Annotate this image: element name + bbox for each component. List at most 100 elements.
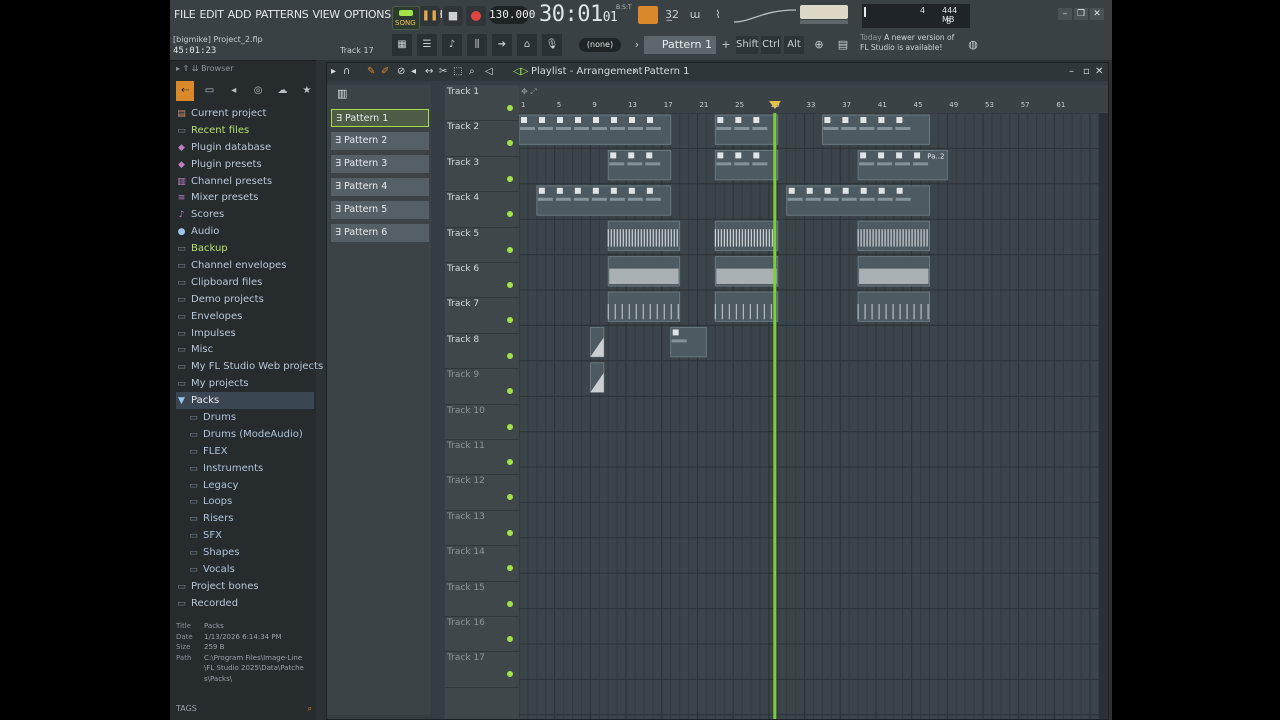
- track-header[interactable]: Track 4: [445, 191, 519, 228]
- track-header[interactable]: Track 15: [445, 581, 519, 617]
- track-mute-led[interactable]: [507, 317, 513, 324]
- menu-options[interactable]: OPTIONS: [344, 8, 391, 21]
- vertical-scrollbar[interactable]: [1099, 113, 1108, 719]
- playlist-window-icon[interactable]: ▦: [392, 34, 412, 56]
- menu-add[interactable]: ADD: [228, 8, 252, 21]
- playlist-minimize-icon[interactable]: –: [1069, 63, 1074, 81]
- zoom-tool-icon[interactable]: ⌕: [469, 63, 475, 81]
- metronome-icon[interactable]: ⌇: [709, 6, 727, 24]
- track-mute-led[interactable]: [507, 282, 513, 288]
- stop-button[interactable]: ■: [443, 6, 463, 26]
- pattern-item[interactable]: ∃ Pattern 5: [331, 201, 429, 219]
- close-icon[interactable]: ✕: [1090, 8, 1104, 20]
- track-mute-led[interactable]: [507, 246, 513, 253]
- pattern-item[interactable]: ∃ Pattern 6: [331, 224, 429, 242]
- playhead-marker[interactable]: [769, 101, 782, 109]
- playlist-close-icon[interactable]: ✕: [1095, 63, 1103, 81]
- arrangement-grid[interactable]: Pa..2: [519, 113, 1099, 719]
- record-button[interactable]: [466, 6, 486, 26]
- track-header[interactable]: Track 9: [445, 368, 519, 405]
- cloud-icon[interactable]: ☁: [273, 81, 291, 101]
- track-mute-led[interactable]: [507, 140, 513, 147]
- playback-tool-icon[interactable]: ◁: [485, 63, 493, 81]
- current-project-icon[interactable]: ▭: [200, 81, 218, 101]
- browser-item-mixer-presets[interactable]: ≡ Mixer presets: [176, 189, 314, 206]
- timeline-ruler[interactable]: ✥ ⤢ 1 5 9 13 17 21 25 29 33 37 41 45 49 53 57 61: [519, 85, 1108, 113]
- ctrl-key-button[interactable]: Ctrl: [761, 36, 781, 54]
- track-mute-led[interactable]: [507, 388, 513, 395]
- piano-roll-icon[interactable]: ♪: [442, 34, 462, 56]
- play-pause-button[interactable]: ❚❚: [420, 6, 440, 26]
- menu-view[interactable]: VIEW: [312, 8, 340, 21]
- browser-item-recorded[interactable]: ▭ Recorded: [176, 595, 314, 612]
- browser-item-channel-envelopes[interactable]: ▭ Channel envelopes: [176, 257, 314, 274]
- menu-file[interactable]: FILE: [174, 8, 196, 21]
- track-header[interactable]: Track 8: [445, 333, 519, 370]
- browser-item-recent-files[interactable]: ▭ Recent files: [176, 122, 314, 139]
- shop-icon[interactable]: ▤: [834, 36, 852, 54]
- track-mute-led[interactable]: [507, 671, 513, 678]
- browser-item-shapes[interactable]: ▭ Shapes: [176, 544, 314, 561]
- track-header[interactable]: Track 12: [445, 474, 519, 511]
- track-header[interactable]: Track 14: [445, 545, 519, 582]
- pattern-item[interactable]: ∃ Pattern 3: [331, 155, 429, 173]
- mute-tool-icon[interactable]: ◂: [411, 63, 416, 81]
- minimize-icon[interactable]: –: [1058, 8, 1072, 20]
- track-header[interactable]: Track 10: [445, 404, 519, 440]
- shift-key-button[interactable]: Shift: [736, 36, 759, 54]
- browser-item-sfx[interactable]: ▭ SFX: [176, 527, 314, 544]
- browser-item-audio[interactable]: ● Audio: [176, 223, 314, 240]
- browser-item-risers[interactable]: ▭ Risers: [176, 510, 314, 527]
- slip-tool-icon[interactable]: ↔: [425, 63, 433, 81]
- plugin-picker-icon[interactable]: ➔: [492, 34, 512, 56]
- all-files-icon[interactable]: ⇠: [176, 81, 195, 101]
- arrangement-selector[interactable]: (none): [579, 38, 621, 52]
- library-icon[interactable]: ◎: [249, 81, 267, 101]
- step-edit-icon[interactable]: 3̲2: [663, 6, 681, 24]
- browser-item-impulses[interactable]: ▭ Impulses: [176, 325, 314, 342]
- playlist-maximize-icon[interactable]: ▫: [1083, 63, 1090, 81]
- track-mute-led[interactable]: [507, 423, 513, 430]
- track-mute-led[interactable]: [507, 105, 513, 111]
- track-mute-led[interactable]: [507, 352, 513, 359]
- browser-item-instruments[interactable]: ▭ Instruments: [176, 460, 314, 477]
- track-header[interactable]: Track 11: [445, 439, 519, 476]
- track-mute-led[interactable]: [507, 494, 513, 501]
- master-volume-meter[interactable]: [800, 5, 848, 19]
- song-mode-toggle[interactable]: SONG: [392, 6, 420, 30]
- loop-record-icon[interactable]: ɯ: [686, 6, 704, 24]
- channel-rack-icon[interactable]: ☰: [417, 34, 437, 56]
- tempo-display[interactable]: 130.000: [489, 6, 535, 24]
- online-icon[interactable]: ⊕: [810, 36, 828, 54]
- master-pitch-envelope[interactable]: [732, 4, 798, 26]
- browser-item-vocals[interactable]: ▭ Vocals: [176, 561, 314, 578]
- microphone-icon[interactable]: 🎙: [542, 34, 562, 56]
- search-icon[interactable]: ⌕: [308, 701, 312, 717]
- mixer-icon[interactable]: ⫼: [467, 34, 487, 56]
- magnet-icon[interactable]: ∩: [343, 63, 350, 81]
- browser-item-project-bones[interactable]: ▭ Project bones: [176, 578, 314, 595]
- track-header[interactable]: Track 6: [445, 262, 519, 299]
- pattern-item[interactable]: ∃ Pattern 4: [331, 178, 429, 196]
- paint-tool-icon[interactable]: ✐: [381, 63, 389, 81]
- browser-item-envelopes[interactable]: ▭ Envelopes: [176, 308, 314, 325]
- track-header[interactable]: Track 3: [445, 156, 519, 193]
- browser-item-drums[interactable]: ▭ Drums: [176, 409, 314, 426]
- pattern-song-toggle[interactable]: [638, 6, 658, 24]
- track-mute-led[interactable]: [507, 459, 513, 465]
- tags-bar[interactable]: TAGS ⌕: [176, 701, 314, 717]
- track-header[interactable]: Track 16: [445, 616, 519, 653]
- browser-item-demo-projects[interactable]: ▭ Demo projects: [176, 291, 314, 308]
- browser-item-scores[interactable]: ♪ Scores: [176, 206, 314, 223]
- browser-item-clipboard-files[interactable]: ▭ Clipboard files: [176, 274, 314, 291]
- browser-item-my-projects[interactable]: ▭ My projects: [176, 375, 314, 392]
- snap-icon[interactable]: ✥ ⤢: [521, 87, 581, 97]
- browser-item-packs[interactable]: ▼ Packs: [176, 392, 314, 410]
- globe-icon[interactable]: ◍: [964, 36, 982, 54]
- browser-item-current-project[interactable]: ▤ Current project: [176, 105, 314, 122]
- browser-item-legacy[interactable]: ▭ Legacy: [176, 477, 314, 494]
- pattern-item[interactable]: ∃ Pattern 2: [331, 132, 429, 150]
- browser-item-plugin-presets[interactable]: ◆ Plugin presets: [176, 156, 314, 173]
- browser-item-drums-modeaudio[interactable]: ▭ Drums (ModeAudio): [176, 426, 314, 443]
- track-mute-led[interactable]: [507, 211, 513, 218]
